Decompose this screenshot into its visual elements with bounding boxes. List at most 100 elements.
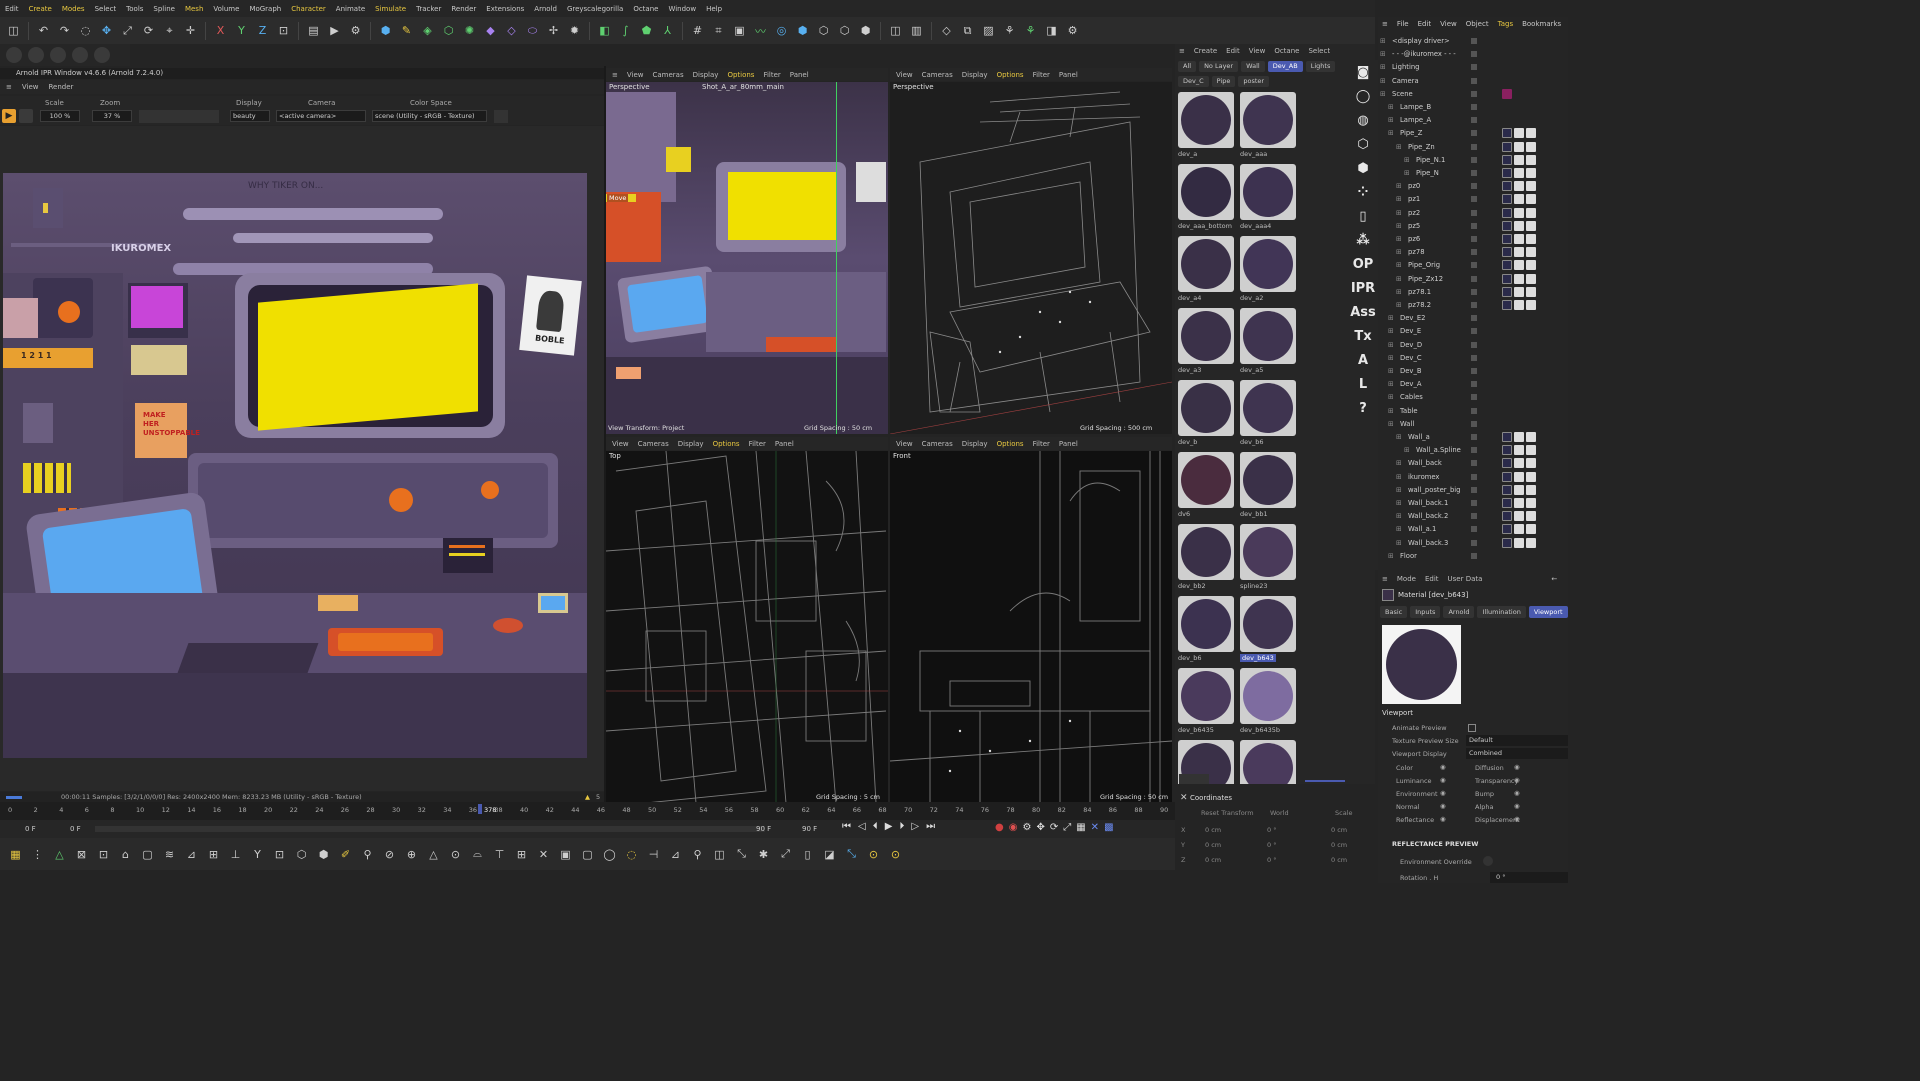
preview-end-field[interactable]: 90 F	[756, 825, 771, 833]
vp-menu-options[interactable]: Options	[727, 71, 754, 79]
material-tag-icon[interactable]	[1514, 537, 1524, 548]
expand-icon[interactable]: ⊞	[1388, 341, 1394, 349]
end-frame-field[interactable]: 90 F	[802, 825, 817, 833]
expand-icon[interactable]: ⊞	[1396, 499, 1402, 507]
object-row[interactable]: ⊞ Pipe_Z	[1378, 127, 1568, 140]
trash-icon[interactable]: ▯	[798, 845, 817, 864]
material-tag-icon[interactable]	[1526, 128, 1536, 139]
knife-icon[interactable]: ⊿	[182, 845, 201, 864]
ipr-menu-render[interactable]: Render	[49, 83, 74, 91]
coordinate-system-icon[interactable]: ⊡	[274, 21, 293, 40]
object-row[interactable]: ⊞ Wall_a.Spline	[1378, 444, 1568, 457]
visibility-toggle[interactable]	[1471, 38, 1477, 44]
vp-menu-view[interactable]: View	[896, 440, 913, 448]
attr-tab-illumination[interactable]: Illumination	[1477, 606, 1526, 618]
model-mode-icon[interactable]: ⬢	[793, 21, 812, 40]
thumbnail-size-slider[interactable]	[1305, 780, 1345, 782]
menu-greyscalegorilla[interactable]: Greyscalegorilla	[562, 5, 628, 13]
visibility-toggle[interactable]	[1471, 64, 1477, 71]
menu-arnold[interactable]: Arnold	[529, 5, 562, 13]
cube-tool-icon[interactable]: ⬢	[314, 845, 333, 864]
visibility-toggle[interactable]	[1471, 130, 1477, 137]
material-tag-icon[interactable]	[1514, 194, 1524, 205]
material-tag-icon[interactable]	[1502, 432, 1512, 442]
material-tag-icon[interactable]	[1502, 234, 1512, 244]
material-tag-icon[interactable]	[1514, 154, 1524, 165]
material-tag-icon[interactable]	[1502, 207, 1512, 218]
expand-icon[interactable]: ⊞	[1396, 235, 1402, 243]
object-row[interactable]: ⊞ Dev_E	[1378, 325, 1568, 338]
move-tool-icon[interactable]: ✥	[97, 21, 116, 40]
transform-tool-icon[interactable]: ✛	[181, 21, 200, 40]
bridge-icon[interactable]: ⊡	[270, 845, 289, 864]
expand-icon[interactable]: ⊞	[1404, 169, 1410, 177]
eye-icon[interactable]: ◉	[1440, 789, 1446, 797]
material-tag-icon[interactable]	[1526, 194, 1536, 205]
menu-mograph[interactable]: MoGraph	[244, 5, 286, 13]
display-select[interactable]: beauty	[230, 110, 270, 122]
expand-icon[interactable]: ⊞	[1380, 63, 1386, 71]
material-tag-icon[interactable]	[1526, 154, 1536, 165]
object-tags[interactable]	[1502, 537, 1536, 548]
object-tags[interactable]	[1502, 445, 1536, 456]
material-tag-icon[interactable]	[1502, 484, 1512, 495]
material-tag-icon[interactable]	[1526, 432, 1536, 442]
material-tag-icon[interactable]	[1502, 458, 1512, 469]
material-tag-icon[interactable]	[1514, 207, 1524, 218]
visibility-toggle[interactable]	[1471, 143, 1477, 150]
visibility-toggle[interactable]	[1471, 460, 1477, 467]
expand-icon[interactable]: ⊞	[1396, 459, 1402, 467]
expand-icon[interactable]: ⊞	[1396, 275, 1402, 283]
material-tag-icon[interactable]	[1514, 220, 1524, 231]
coord-rot[interactable]: 0 °	[1267, 856, 1276, 864]
brush2-icon[interactable]: ⚲	[688, 845, 707, 864]
object-tags[interactable]	[1502, 168, 1536, 178]
material-tag-icon[interactable]	[1514, 247, 1524, 258]
menu-icon[interactable]: ≡	[1179, 47, 1185, 55]
rotate-key-icon[interactable]: ⟳	[1050, 822, 1058, 833]
texture-mode-icon[interactable]: ▥	[907, 21, 926, 40]
bevel-icon[interactable]: Y	[248, 845, 267, 864]
ass-icon[interactable]: Ass	[1348, 300, 1378, 324]
material-tag-icon[interactable]	[1526, 524, 1536, 535]
object-tags[interactable]	[1502, 194, 1536, 205]
visibility-toggle[interactable]	[1471, 407, 1477, 414]
animate-preview-checkbox[interactable]	[1468, 724, 1476, 732]
expand-icon[interactable]: ⊞	[1396, 301, 1402, 309]
object-tags[interactable]	[1502, 300, 1536, 310]
weld-icon[interactable]: ⬡	[292, 845, 311, 864]
eye-icon[interactable]: ◉	[1514, 776, 1520, 784]
smooth-icon[interactable]: ⊘	[380, 845, 399, 864]
layer-tab-dev-ab[interactable]: Dev_AB	[1267, 61, 1303, 72]
world-select[interactable]: World	[1270, 809, 1289, 817]
expand-icon[interactable]: ⊞	[1404, 156, 1410, 164]
object-tags[interactable]	[1502, 458, 1536, 469]
expand-icon[interactable]: ⊞	[1396, 248, 1402, 256]
object-tags[interactable]	[1502, 207, 1536, 218]
object-row[interactable]: ⊞ pz78.2	[1378, 299, 1568, 312]
expand-icon[interactable]: ⊞	[1388, 552, 1394, 560]
material-tag-icon[interactable]	[1514, 273, 1524, 284]
attr-tab-viewport[interactable]: Viewport	[1528, 606, 1568, 618]
particles-icon[interactable]: ⁂	[1348, 228, 1378, 252]
visibility-toggle[interactable]	[1471, 473, 1477, 480]
warning-icon[interactable]: ▲	[585, 792, 590, 802]
recent-tool-icon[interactable]: ⌖	[160, 21, 179, 40]
zoom-field[interactable]: 37 %	[92, 110, 132, 122]
material-item[interactable]: dev_a	[1176, 90, 1236, 160]
visibility-toggle[interactable]	[1471, 51, 1477, 58]
object-row[interactable]: ⊞ Pipe_Zn	[1378, 141, 1568, 154]
visibility-toggle[interactable]	[1471, 170, 1477, 176]
viewport-display-select[interactable]: Combined	[1466, 748, 1568, 759]
help-icon[interactable]: ?	[1348, 396, 1378, 420]
align-icon[interactable]: ⊣	[644, 845, 663, 864]
object-tags[interactable]	[1502, 154, 1536, 165]
object-row[interactable]: ⊞ Dev_B	[1378, 365, 1568, 378]
scale-tool-icon[interactable]: ⤢	[118, 21, 137, 40]
expand-icon[interactable]: ⊞	[1388, 116, 1394, 124]
material-tag-icon[interactable]	[1526, 511, 1536, 522]
menu-spline[interactable]: Spline	[148, 5, 180, 13]
env-override-toggle[interactable]	[1483, 856, 1493, 866]
keyframe-settings-icon[interactable]: ⚙	[1022, 822, 1031, 833]
camera-select[interactable]: <active camera>	[276, 110, 366, 122]
